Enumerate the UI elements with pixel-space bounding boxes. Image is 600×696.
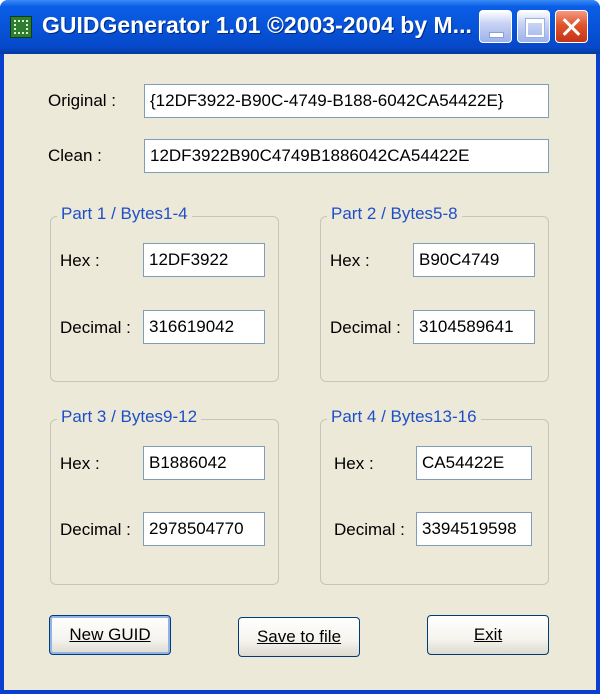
exit-label: Exit: [473, 625, 503, 644]
part2-title: Part 2 / Bytes5-8: [327, 204, 462, 224]
part3-group: Part 3 / Bytes9-12: [50, 407, 279, 585]
original-field[interactable]: {12DF3922-B90C-4749-B188-6042CA54422E}: [144, 84, 549, 118]
part2-group: Part 2 / Bytes5-8: [320, 204, 549, 382]
original-label: Original :: [48, 91, 117, 110]
part1-hex-label: Hex :: [60, 251, 100, 270]
title-bar[interactable]: GUIDGenerator 1.01 ©2003-2004 by M...: [0, 0, 600, 54]
part3-hex-label: Hex :: [60, 454, 100, 473]
part3-decimal-label: Decimal :: [60, 520, 131, 539]
part2-hex-label: Hex :: [330, 251, 370, 270]
part4-group: Part 4 / Bytes13-16: [320, 407, 549, 585]
part1-hex-field[interactable]: 12DF3922: [143, 243, 265, 277]
clean-field[interactable]: 12DF3922B90C4749B1886042CA54422E: [144, 139, 549, 173]
save-to-file-button[interactable]: Save to file: [238, 617, 360, 657]
part3-hex-field[interactable]: B1886042: [143, 446, 265, 480]
clean-label: Clean :: [48, 146, 102, 165]
save-to-file-label: Save to file: [256, 627, 342, 646]
part2-decimal-label: Decimal :: [330, 318, 401, 337]
part2-decimal-field[interactable]: 3104589641: [413, 310, 535, 344]
part3-decimal-field[interactable]: 2978504770: [143, 512, 265, 546]
part1-decimal-field[interactable]: 316619042: [143, 310, 265, 344]
maximize-button[interactable]: [517, 10, 550, 43]
minimize-button[interactable]: [479, 10, 512, 43]
new-guid-button[interactable]: New GUID: [49, 615, 171, 655]
app-icon[interactable]: [10, 16, 32, 38]
exit-button[interactable]: Exit: [427, 615, 549, 655]
part4-decimal-label: Decimal :: [334, 520, 405, 539]
part3-title: Part 3 / Bytes9-12: [57, 407, 202, 427]
part4-hex-field[interactable]: CA54422E: [416, 446, 532, 480]
part1-group: Part 1 / Bytes1-4: [50, 204, 279, 382]
part1-decimal-label: Decimal :: [60, 318, 131, 337]
part4-title: Part 4 / Bytes13-16: [327, 407, 481, 427]
part1-title: Part 1 / Bytes1-4: [57, 204, 192, 224]
part4-decimal-field[interactable]: 3394519598: [416, 512, 532, 546]
close-button[interactable]: [555, 10, 588, 43]
part2-hex-field[interactable]: B90C4749: [413, 243, 535, 277]
part4-hex-label: Hex :: [334, 454, 374, 473]
new-guid-label: New GUID: [69, 625, 151, 644]
window-title: GUIDGenerator 1.01 ©2003-2004 by M...: [42, 12, 472, 38]
